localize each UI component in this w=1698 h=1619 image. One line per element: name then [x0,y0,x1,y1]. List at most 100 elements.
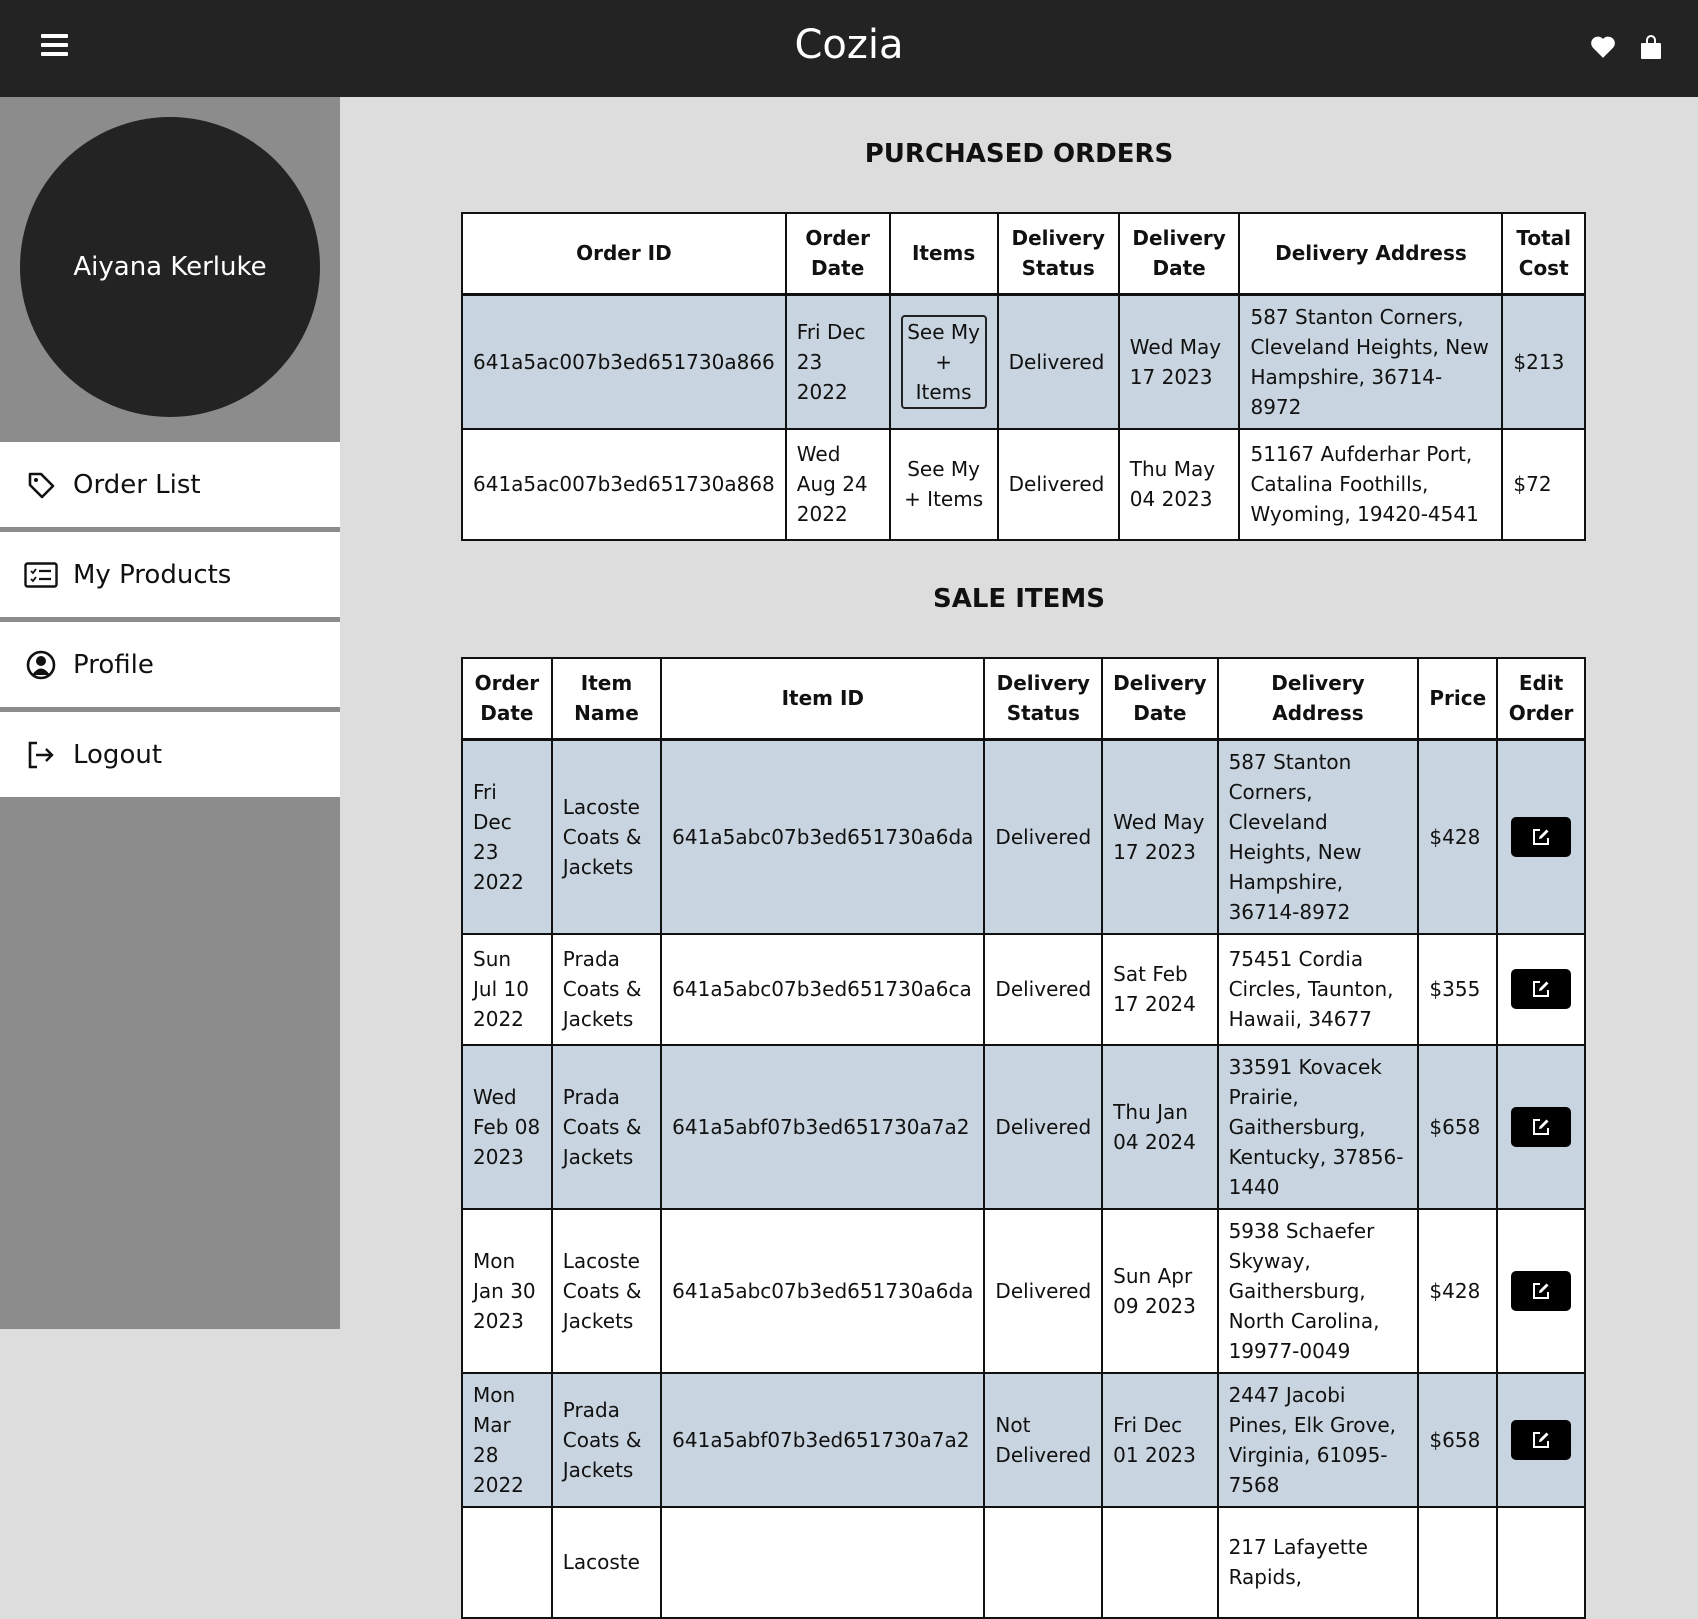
col-header: Item Name [550,657,663,740]
delivery-address: 33591 Kovacek Prairie, Gaithersburg, Ken… [1216,1043,1420,1210]
delivery-date: Sat Feb 17 2024 [1101,932,1219,1046]
delivery-date: Thu May 04 2023 [1117,427,1241,541]
delivery-status: Delivered [983,1207,1104,1374]
col-header: Items [888,212,999,295]
see-my-items-button[interactable]: See My + Items [901,454,987,514]
col-header: Edit Order [1496,657,1586,740]
total-cost: $213 [1501,293,1586,430]
delivery-status: Delivered [983,932,1104,1046]
order-date: Fri Dec 23 2022 [784,293,891,430]
delivery-address: 51167 Aufderhar Port, Catalina Foothills… [1238,427,1504,541]
price [1417,1505,1499,1619]
delivery-status: Not Delivered [983,1371,1104,1508]
heart-icon[interactable] [1590,35,1616,59]
sidebar-item-order-list[interactable]: Order List [0,442,340,527]
order-date: Sun Jul 10 2022 [461,932,553,1046]
delivery-status: Delivered [996,427,1120,541]
sale-items-table: Order Date Item Name Item ID Delivery St… [461,657,1586,1619]
delivery-status: Delivered [983,738,1104,935]
edit-order-cell [1496,1043,1586,1210]
edit-order-cell [1496,1207,1586,1374]
delivery-status: Delivered [983,1043,1104,1210]
checklist-icon [24,558,58,592]
edit-order-button[interactable] [1511,816,1572,857]
sidebar-item-my-products[interactable]: My Products [0,532,340,617]
item-id: 641a5abc07b3ed651730a6da [660,738,986,935]
edit-order-button[interactable] [1511,1270,1572,1311]
table-row: Lacoste 217 Lafayette Rapids, [461,1505,1586,1619]
order-date: Mon Mar 28 2022 [461,1371,553,1508]
item-id: 641a5abf07b3ed651730a7a2 [660,1043,986,1210]
delivery-status [983,1505,1104,1619]
user-name: Aiyana Kerluke [73,252,267,282]
table-row: 641a5ac007b3ed651730a866 Fri Dec 23 2022… [461,293,1586,430]
order-date: Fri Dec 23 2022 [461,738,553,935]
delivery-date: Wed May 17 2023 [1101,738,1219,935]
delivery-address: 587 Stanton Corners, Cleveland Heights, … [1216,738,1420,935]
col-header: Order ID [461,212,787,295]
table-row: Wed Feb 08 2023 Prada Coats & Jackets 641a… [461,1043,1586,1210]
item-name: Prada Coats & Jackets [550,1371,663,1508]
item-name: Lacoste [550,1505,663,1619]
edit-icon [1533,828,1550,845]
sidebar-item-logout[interactable]: Logout [0,712,340,797]
edit-order-cell [1496,1371,1586,1508]
delivery-date: Wed May 17 2023 [1117,293,1241,430]
sidebar-nav: Order List My Products Profile Logout [0,442,340,802]
price: $658 [1417,1043,1499,1210]
edit-order-cell [1496,738,1586,935]
delivery-date: Sun Apr 09 2023 [1101,1207,1219,1374]
edit-order-button[interactable] [1511,1419,1572,1460]
purchased-orders-title: PURCHASED ORDERS [864,139,1174,169]
delivery-address: 587 Stanton Corners, Cleveland Heights, … [1238,293,1504,430]
sidebar-item-label: Profile [73,649,154,680]
price: $658 [1417,1371,1499,1508]
order-id: 641a5ac007b3ed651730a866 [461,293,787,430]
col-header: Price [1417,657,1499,740]
delivery-date: Fri Dec 01 2023 [1101,1371,1219,1508]
purchased-orders-table: Order ID Order Date Items Delivery Statu… [461,212,1586,541]
sidebar-item-label: My Products [73,559,232,590]
table-row: Mon Jan 30 2023 Lacoste Coats & Jackets 64… [461,1207,1586,1374]
col-header: Delivery Date [1101,657,1219,740]
sidebar: Aiyana Kerluke Order List My Products Pr… [0,97,340,1329]
col-header: Order Date [784,212,891,295]
edit-icon [1533,981,1550,997]
item-name: Prada Coats & Jackets [550,1043,663,1210]
table-row: Mon Mar 28 2022 Prada Coats & Jackets 641a… [461,1371,1586,1508]
order-id: 641a5ac007b3ed651730a868 [461,427,787,541]
sidebar-item-label: Order List [73,469,201,500]
col-header: Delivery Address [1216,657,1420,740]
price: $355 [1417,932,1499,1046]
sidebar-item-profile[interactable]: Profile [0,622,340,707]
col-header: Delivery Status [983,657,1104,740]
edit-order-button[interactable] [1511,1106,1572,1147]
col-header: Item ID [660,657,986,740]
delivery-date: Thu Jan 04 2024 [1101,1043,1219,1210]
see-my-items-button[interactable]: See My + Items [900,314,987,409]
sidebar-item-label: Logout [73,739,163,770]
order-date: Wed Feb 08 2023 [461,1043,553,1210]
delivery-address: 75451 Cordia Circles, Taunton, Hawaii, 3… [1216,932,1420,1046]
item-name: Prada Coats & Jackets [550,932,663,1046]
col-header: Order Date [461,657,553,740]
item-id: 641a5abc07b3ed651730a6ca [660,932,986,1046]
avatar: Aiyana Kerluke [20,117,320,417]
brand-logo[interactable]: Cozia [0,22,1698,68]
edit-order-cell [1496,932,1586,1046]
delivery-address: 2447 Jacobi Pines, Elk Grove, Virginia, … [1216,1371,1420,1508]
delivery-status: Delivered [996,293,1120,430]
shopping-bag-icon[interactable] [1640,34,1662,60]
col-header: Delivery Address [1238,212,1504,295]
logout-icon [24,738,58,772]
delivery-address: 5938 Schaefer Skyway, Gaithersburg, Nort… [1216,1207,1420,1374]
edit-order-button[interactable] [1511,969,1572,1009]
order-date: Mon Jan 30 2023 [461,1207,553,1374]
delivery-address: 217 Lafayette Rapids, [1216,1505,1420,1619]
price: $428 [1417,738,1499,935]
top-navbar: Cozia [0,0,1698,97]
edit-icon [1533,1431,1550,1448]
price: $428 [1417,1207,1499,1374]
table-row: Fri Dec 23 2022 Lacoste Coats & Jackets 64… [461,738,1586,935]
col-header: Delivery Date [1117,212,1241,295]
